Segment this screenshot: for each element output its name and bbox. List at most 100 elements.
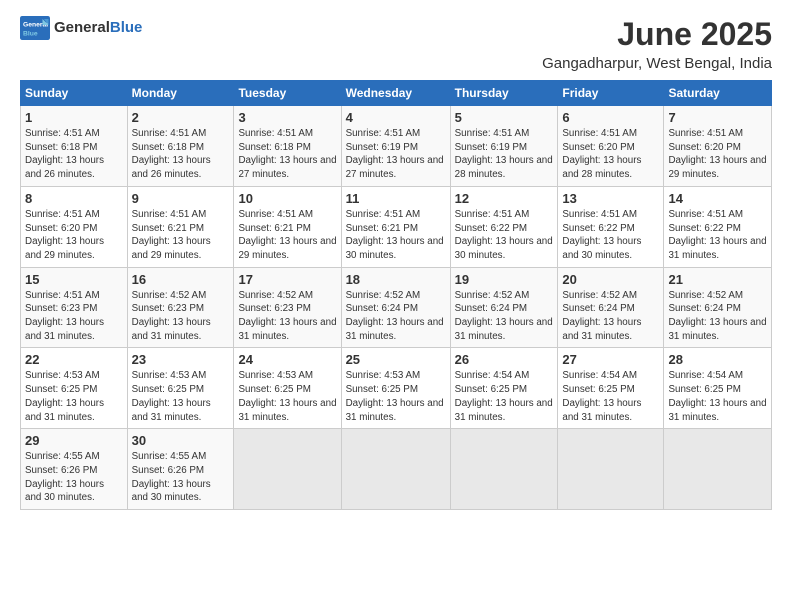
- calendar-row-5: 29 Sunrise: 4:55 AM Sunset: 6:26 PM Dayl…: [21, 429, 772, 510]
- day-info: Sunrise: 4:51 AM Sunset: 6:23 PM Dayligh…: [25, 289, 123, 344]
- day-info: Sunrise: 4:51 AM Sunset: 6:18 PM Dayligh…: [25, 127, 123, 182]
- header-tuesday: Tuesday: [234, 81, 341, 106]
- day-number: 24: [238, 352, 336, 367]
- header-saturday: Saturday: [664, 81, 772, 106]
- calendar-row-3: 15 Sunrise: 4:51 AM Sunset: 6:23 PM Dayl…: [21, 267, 772, 348]
- day-number: 21: [668, 272, 767, 287]
- header-thursday: Thursday: [450, 81, 558, 106]
- calendar-cell: 25 Sunrise: 4:53 AM Sunset: 6:25 PM Dayl…: [341, 348, 450, 429]
- logo-general: General: [54, 19, 110, 36]
- calendar-row-1: 1 Sunrise: 4:51 AM Sunset: 6:18 PM Dayli…: [21, 106, 772, 187]
- day-info: Sunrise: 4:51 AM Sunset: 6:19 PM Dayligh…: [346, 127, 446, 182]
- day-number: 3: [238, 110, 336, 125]
- calendar-cell: 3 Sunrise: 4:51 AM Sunset: 6:18 PM Dayli…: [234, 106, 341, 187]
- day-number: 6: [562, 110, 659, 125]
- day-number: 10: [238, 191, 336, 206]
- day-info: Sunrise: 4:52 AM Sunset: 6:23 PM Dayligh…: [238, 289, 336, 344]
- day-number: 22: [25, 352, 123, 367]
- calendar-cell: 8 Sunrise: 4:51 AM Sunset: 6:20 PM Dayli…: [21, 186, 128, 267]
- calendar-table: SundayMondayTuesdayWednesdayThursdayFrid…: [20, 80, 772, 510]
- day-number: 7: [668, 110, 767, 125]
- day-number: 23: [132, 352, 230, 367]
- day-number: 29: [25, 433, 123, 448]
- calendar-cell: [558, 429, 664, 510]
- day-info: Sunrise: 4:53 AM Sunset: 6:25 PM Dayligh…: [132, 369, 230, 424]
- day-info: Sunrise: 4:54 AM Sunset: 6:25 PM Dayligh…: [668, 369, 767, 424]
- day-info: Sunrise: 4:51 AM Sunset: 6:20 PM Dayligh…: [668, 127, 767, 182]
- calendar-cell: 10 Sunrise: 4:51 AM Sunset: 6:21 PM Dayl…: [234, 186, 341, 267]
- calendar-cell: 19 Sunrise: 4:52 AM Sunset: 6:24 PM Dayl…: [450, 267, 558, 348]
- day-info: Sunrise: 4:51 AM Sunset: 6:18 PM Dayligh…: [132, 127, 230, 182]
- calendar-cell: 24 Sunrise: 4:53 AM Sunset: 6:25 PM Dayl…: [234, 348, 341, 429]
- day-info: Sunrise: 4:51 AM Sunset: 6:20 PM Dayligh…: [25, 208, 123, 263]
- day-number: 28: [668, 352, 767, 367]
- day-info: Sunrise: 4:51 AM Sunset: 6:18 PM Dayligh…: [238, 127, 336, 182]
- location: Gangadharpur, West Bengal, India: [542, 55, 772, 72]
- calendar-cell: 16 Sunrise: 4:52 AM Sunset: 6:23 PM Dayl…: [127, 267, 234, 348]
- calendar-cell: 22 Sunrise: 4:53 AM Sunset: 6:25 PM Dayl…: [21, 348, 128, 429]
- day-info: Sunrise: 4:52 AM Sunset: 6:24 PM Dayligh…: [455, 289, 554, 344]
- day-number: 25: [346, 352, 446, 367]
- day-number: 8: [25, 191, 123, 206]
- day-info: Sunrise: 4:53 AM Sunset: 6:25 PM Dayligh…: [25, 369, 123, 424]
- calendar-cell: 11 Sunrise: 4:51 AM Sunset: 6:21 PM Dayl…: [341, 186, 450, 267]
- day-number: 27: [562, 352, 659, 367]
- logo-icon: General Blue: [20, 16, 50, 40]
- day-number: 16: [132, 272, 230, 287]
- day-info: Sunrise: 4:53 AM Sunset: 6:25 PM Dayligh…: [346, 369, 446, 424]
- day-number: 1: [25, 110, 123, 125]
- day-number: 19: [455, 272, 554, 287]
- day-number: 20: [562, 272, 659, 287]
- day-number: 15: [25, 272, 123, 287]
- day-info: Sunrise: 4:53 AM Sunset: 6:25 PM Dayligh…: [238, 369, 336, 424]
- day-info: Sunrise: 4:52 AM Sunset: 6:24 PM Dayligh…: [562, 289, 659, 344]
- day-info: Sunrise: 4:51 AM Sunset: 6:21 PM Dayligh…: [346, 208, 446, 263]
- calendar-cell: 7 Sunrise: 4:51 AM Sunset: 6:20 PM Dayli…: [664, 106, 772, 187]
- day-info: Sunrise: 4:51 AM Sunset: 6:21 PM Dayligh…: [132, 208, 230, 263]
- calendar-cell: [450, 429, 558, 510]
- header-friday: Friday: [558, 81, 664, 106]
- day-number: 30: [132, 433, 230, 448]
- day-info: Sunrise: 4:55 AM Sunset: 6:26 PM Dayligh…: [132, 450, 230, 505]
- day-number: 4: [346, 110, 446, 125]
- day-number: 17: [238, 272, 336, 287]
- day-info: Sunrise: 4:51 AM Sunset: 6:19 PM Dayligh…: [455, 127, 554, 182]
- header-monday: Monday: [127, 81, 234, 106]
- calendar-cell: 15 Sunrise: 4:51 AM Sunset: 6:23 PM Dayl…: [21, 267, 128, 348]
- calendar-cell: 21 Sunrise: 4:52 AM Sunset: 6:24 PM Dayl…: [664, 267, 772, 348]
- day-info: Sunrise: 4:51 AM Sunset: 6:22 PM Dayligh…: [562, 208, 659, 263]
- calendar-cell: 27 Sunrise: 4:54 AM Sunset: 6:25 PM Dayl…: [558, 348, 664, 429]
- calendar-cell: 20 Sunrise: 4:52 AM Sunset: 6:24 PM Dayl…: [558, 267, 664, 348]
- calendar-cell: [341, 429, 450, 510]
- day-info: Sunrise: 4:54 AM Sunset: 6:25 PM Dayligh…: [562, 369, 659, 424]
- calendar-cell: 5 Sunrise: 4:51 AM Sunset: 6:19 PM Dayli…: [450, 106, 558, 187]
- day-info: Sunrise: 4:54 AM Sunset: 6:25 PM Dayligh…: [455, 369, 554, 424]
- day-number: 14: [668, 191, 767, 206]
- title-block: June 2025 Gangadharpur, West Bengal, Ind…: [542, 16, 772, 72]
- calendar-cell: 26 Sunrise: 4:54 AM Sunset: 6:25 PM Dayl…: [450, 348, 558, 429]
- calendar-cell: 30 Sunrise: 4:55 AM Sunset: 6:26 PM Dayl…: [127, 429, 234, 510]
- day-info: Sunrise: 4:52 AM Sunset: 6:23 PM Dayligh…: [132, 289, 230, 344]
- calendar-cell: 9 Sunrise: 4:51 AM Sunset: 6:21 PM Dayli…: [127, 186, 234, 267]
- calendar-cell: 12 Sunrise: 4:51 AM Sunset: 6:22 PM Dayl…: [450, 186, 558, 267]
- calendar-cell: 4 Sunrise: 4:51 AM Sunset: 6:19 PM Dayli…: [341, 106, 450, 187]
- day-info: Sunrise: 4:51 AM Sunset: 6:22 PM Dayligh…: [455, 208, 554, 263]
- header-wednesday: Wednesday: [341, 81, 450, 106]
- day-number: 18: [346, 272, 446, 287]
- day-number: 2: [132, 110, 230, 125]
- calendar-cell: 28 Sunrise: 4:54 AM Sunset: 6:25 PM Dayl…: [664, 348, 772, 429]
- logo: General Blue GeneralBlue: [20, 16, 142, 40]
- calendar-cell: 14 Sunrise: 4:51 AM Sunset: 6:22 PM Dayl…: [664, 186, 772, 267]
- calendar-cell: 2 Sunrise: 4:51 AM Sunset: 6:18 PM Dayli…: [127, 106, 234, 187]
- logo-text: GeneralBlue: [54, 20, 142, 37]
- header-sunday: Sunday: [21, 81, 128, 106]
- day-info: Sunrise: 4:55 AM Sunset: 6:26 PM Dayligh…: [25, 450, 123, 505]
- calendar-row-4: 22 Sunrise: 4:53 AM Sunset: 6:25 PM Dayl…: [21, 348, 772, 429]
- calendar-cell: 17 Sunrise: 4:52 AM Sunset: 6:23 PM Dayl…: [234, 267, 341, 348]
- calendar-cell: 6 Sunrise: 4:51 AM Sunset: 6:20 PM Dayli…: [558, 106, 664, 187]
- day-number: 26: [455, 352, 554, 367]
- calendar-cell: 23 Sunrise: 4:53 AM Sunset: 6:25 PM Dayl…: [127, 348, 234, 429]
- day-info: Sunrise: 4:51 AM Sunset: 6:21 PM Dayligh…: [238, 208, 336, 263]
- day-number: 12: [455, 191, 554, 206]
- calendar-header-row: SundayMondayTuesdayWednesdayThursdayFrid…: [21, 81, 772, 106]
